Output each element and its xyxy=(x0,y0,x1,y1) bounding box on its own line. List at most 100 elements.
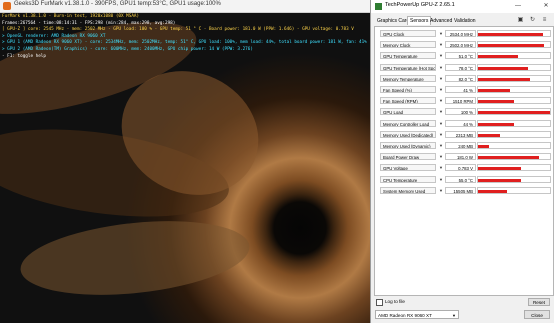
chevron-down-icon[interactable]: ▼ xyxy=(437,164,445,171)
chevron-down-icon[interactable]: ▼ xyxy=(437,131,445,138)
furmark-hud: FurMark v1.38.1.0 - Burn-in test, 1920x1… xyxy=(2,14,367,60)
sensor-label: Memory Clock xyxy=(380,41,436,49)
chevron-down-icon[interactable]: ▼ xyxy=(437,176,445,183)
sensor-row: Fan Speed (RPM) ▼ 1510 RPM xyxy=(377,97,551,105)
sensor-value: 55.0 °C xyxy=(445,175,476,183)
gpuz-titlebar[interactable]: TechPowerUp GPU-Z 2.65.1 — ✕ xyxy=(371,0,554,13)
hud-line: - F1: toggle help xyxy=(2,53,46,59)
tab-validation[interactable]: Validation xyxy=(452,17,478,25)
sensor-graph-fill xyxy=(478,111,550,115)
sensor-graph-fill xyxy=(478,55,518,59)
chevron-down-icon[interactable]: ▼ xyxy=(437,75,445,82)
sensor-graph-fill xyxy=(478,178,522,182)
sensor-graph-fill xyxy=(478,44,545,48)
sensor-label: GPU Temperature xyxy=(380,52,436,60)
sensor-graph xyxy=(477,41,551,49)
chevron-down-icon[interactable]: ▼ xyxy=(437,41,445,48)
sensor-row: GPU Load ▼ 100 % xyxy=(377,108,551,116)
sensor-label: GPU Clock xyxy=(380,30,436,37)
sensor-value: 1510 RPM xyxy=(445,97,476,105)
gpuz-window-title: TechPowerUp GPU-Z 2.65.1 xyxy=(385,2,455,8)
sensor-value: 0.783 V xyxy=(445,164,476,172)
camera-icon[interactable]: ▣ xyxy=(517,17,524,24)
sensor-value: 100 % xyxy=(445,108,476,116)
sensor-graph xyxy=(477,97,551,105)
sensor-row: GPU Temperature (Hot Spot) ▼ 78.0 °C xyxy=(377,63,551,72)
sensor-value: 78.0 °C xyxy=(445,63,476,71)
sensor-value: 2534.0 MHz xyxy=(445,30,476,37)
sensor-value: 15505 MB xyxy=(445,186,476,194)
sensor-value: 2502.0 MHz xyxy=(445,41,476,49)
sensor-graph xyxy=(477,86,551,93)
chevron-down-icon[interactable]: ▼ xyxy=(437,86,445,93)
sensor-row: GPU Clock ▼ 2534.0 MHz xyxy=(377,30,551,38)
sensor-value: 82.0 °C xyxy=(445,74,476,82)
hud-line: > GPU 2 (AMD Radeon(TM) Graphics) - core… xyxy=(2,46,253,52)
sensor-value: 2313 MB xyxy=(445,130,476,138)
sensor-row: Memory Used (Dynamic) ▼ 240 MB xyxy=(377,142,551,150)
sensor-label: Fan Speed (RPM) xyxy=(380,97,436,105)
chevron-down-icon[interactable]: ▼ xyxy=(437,30,445,37)
chevron-down-icon[interactable]: ▼ xyxy=(437,52,445,59)
chevron-down-icon[interactable]: ▼ xyxy=(437,120,445,127)
gpu-select-dropdown[interactable]: AMD Radeon RX 9060 XT ▼ xyxy=(375,310,459,319)
sensor-graph xyxy=(477,186,551,194)
gpuz-window: TechPowerUp GPU-Z 2.65.1 — ✕ Graphics Ca… xyxy=(370,0,554,323)
sensor-graph-fill xyxy=(478,89,511,92)
sensor-row: GPU Voltage ▼ 0.783 V xyxy=(377,164,551,172)
sensor-row: Fan Speed (%) ▼ 41 % xyxy=(377,86,551,94)
furmark-window: Geeks3D FurMark v1.38.1.0 - 390FPS, GPU1… xyxy=(0,0,370,323)
sensor-graph xyxy=(477,74,551,82)
log-to-file-checkbox[interactable] xyxy=(376,299,383,306)
sensor-row: System Memory Used ▼ 15505 MB xyxy=(377,186,551,195)
sensor-value: 51.0 °C xyxy=(445,52,476,60)
chevron-down-icon[interactable]: ▼ xyxy=(437,64,445,71)
gpu-select-value: AMD Radeon RX 9060 XT xyxy=(378,313,432,318)
furmark-app-icon xyxy=(3,2,11,10)
sensor-value: 181.0 W xyxy=(445,153,476,161)
hud-line: [ GPU-Z ] core: 2545 MHz - mem: 2502 MHz… xyxy=(2,27,354,33)
tab-graphics-card[interactable]: Graphics Card xyxy=(375,17,411,25)
tab-advanced[interactable]: Advanced xyxy=(428,17,454,25)
sensor-row: Memory Controller Load ▼ 44 % xyxy=(377,119,551,128)
sensor-label: System Memory Used xyxy=(380,186,436,194)
refresh-icon[interactable]: ↻ xyxy=(529,17,536,24)
sensor-row: Memory Temperature ▼ 82.0 °C xyxy=(377,74,551,83)
sensor-graph xyxy=(477,63,551,71)
sensor-row: CPU Temperature ▼ 55.0 °C xyxy=(377,175,551,184)
chevron-down-icon[interactable]: ▼ xyxy=(437,142,445,149)
sensor-graph xyxy=(477,175,551,183)
sensor-label: GPU Temperature (Hot Spot) xyxy=(380,63,436,71)
reset-button[interactable]: Reset xyxy=(528,298,550,306)
sensor-label: GPU Voltage xyxy=(380,164,436,172)
sensor-graph-fill xyxy=(478,77,530,81)
sensor-graph-fill xyxy=(478,145,489,148)
close-button[interactable]: Close xyxy=(524,310,550,319)
sensor-label: Memory Controller Load xyxy=(380,119,436,127)
minimize-icon[interactable]: — xyxy=(511,1,525,11)
sensor-graph xyxy=(477,52,551,60)
sensor-graph-fill xyxy=(478,66,529,70)
sensor-graph xyxy=(477,142,551,149)
chevron-down-icon[interactable]: ▼ xyxy=(437,153,445,160)
sensor-graph-fill xyxy=(478,33,543,36)
sensor-row: Memory Used (Dedicated) ▼ 2313 MB xyxy=(377,130,551,139)
gpuz-app-icon xyxy=(375,3,382,10)
sensor-value: 41 % xyxy=(445,86,476,93)
chevron-down-icon: ▼ xyxy=(452,313,456,318)
log-to-file-label: Log to file xyxy=(385,299,405,304)
sensor-graph xyxy=(477,30,551,37)
sensor-label: Memory Used (Dynamic) xyxy=(380,142,436,149)
sensor-label: Memory Used (Dedicated) xyxy=(380,130,436,138)
sensor-row: Memory Clock ▼ 2502.0 MHz xyxy=(377,41,551,49)
chevron-down-icon[interactable]: ▼ xyxy=(437,108,445,115)
menu-icon[interactable]: ≡ xyxy=(541,17,548,24)
sensor-label: Memory Temperature xyxy=(380,74,436,82)
sensor-value: 240 MB xyxy=(445,142,476,149)
chevron-down-icon[interactable]: ▼ xyxy=(437,187,445,194)
close-icon[interactable]: ✕ xyxy=(539,1,553,11)
sensor-graph xyxy=(477,164,551,172)
furmark-titlebar[interactable]: Geeks3D FurMark v1.38.1.0 - 390FPS, GPU1… xyxy=(0,0,370,13)
chevron-down-icon[interactable]: ▼ xyxy=(437,97,445,104)
sensor-graph-fill xyxy=(478,167,522,171)
